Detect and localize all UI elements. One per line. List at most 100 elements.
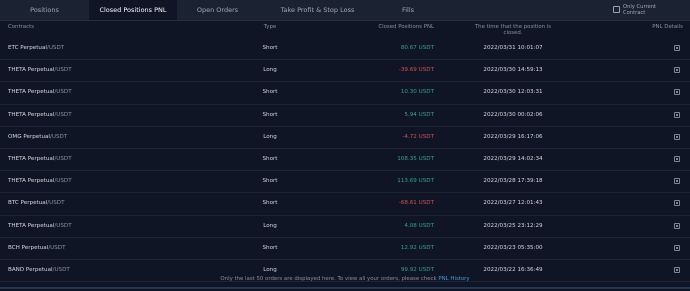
contract-cell: THETA Perpetual/USDT	[8, 82, 72, 103]
pnl-cell: -39.69 USDT	[398, 67, 434, 74]
contract-name: THETA Perpetual	[8, 222, 55, 229]
checkbox-icon[interactable]	[613, 6, 620, 13]
pnl-cell: 10.30 USDT	[400, 89, 434, 96]
contract-name: THETA Perpetual	[8, 155, 55, 162]
close-time-cell: 2022/03/30 00:02:06	[483, 111, 543, 118]
document-icon[interactable]	[674, 133, 680, 140]
contract-cell: BCH Perpetual/USDT	[8, 238, 66, 259]
header-contracts: Contracts	[8, 24, 34, 30]
contract-cell: THETA Perpetual/USDT	[8, 60, 72, 81]
pnl-cell: 113.69 USDT	[397, 178, 434, 185]
tab-bar: Positions Closed Positions PNL Open Orde…	[0, 0, 690, 21]
close-time-cell: 2022/03/28 17:39:18	[483, 178, 543, 185]
contract-name: BTC Perpetual	[8, 200, 48, 207]
pnl-cell: 80.67 USDT	[400, 45, 434, 51]
only-current-contract-toggle[interactable]: Only Current Contract	[613, 4, 688, 18]
footer-text: Only the last 50 orders are displayed he…	[220, 276, 437, 282]
closed-positions-table: ETC Perpetual/USDT Short 80.67 USDT 2022…	[0, 38, 690, 283]
table-row: THETA Perpetual/USDT Long 4.08 USDT 2022…	[0, 216, 690, 238]
contract-name: BAND Perpetual	[8, 266, 53, 273]
contract-cell: BTC Perpetual/USDT	[8, 193, 65, 214]
table-row: BTC Perpetual/USDT Short -68.61 USDT 202…	[0, 193, 690, 216]
table-row: BCH Perpetual/USDT Short 12.92 USDT 2022…	[0, 238, 690, 260]
tab-open-orders[interactable]: Open Orders	[177, 0, 258, 20]
close-time-cell: 2022/03/30 14:59:13	[483, 67, 543, 74]
contract-name: THETA Perpetual	[8, 89, 55, 96]
type-cell: Short	[262, 45, 278, 51]
document-icon[interactable]	[674, 155, 680, 162]
header-pnl: Closed Positions PNL	[378, 24, 434, 30]
pnl-cell: 108.35 USDT	[397, 155, 434, 162]
header-close-time: The time that the position is closed.	[474, 24, 552, 36]
type-cell: Short	[262, 244, 278, 251]
type-cell: Long	[263, 133, 277, 140]
contract-name: THETA Perpetual	[8, 67, 55, 74]
contract-cell: THETA Perpetual/USDT	[8, 216, 72, 237]
type-cell: Short	[262, 89, 278, 96]
contract-cell: THETA Perpetual/USDT	[8, 171, 72, 192]
contract-quote: /USDT	[54, 89, 72, 96]
table-row: THETA Perpetual/USDT Short 113.69 USDT 2…	[0, 171, 690, 194]
tab-closed-positions-pnl[interactable]: Closed Positions PNL	[89, 0, 177, 20]
pnl-cell: -68.61 USDT	[398, 200, 434, 207]
contract-quote: /USDT	[52, 266, 70, 273]
table-row: THETA Perpetual/USDT Long -39.69 USDT 20…	[0, 60, 690, 83]
contract-name: ETC Perpetual	[8, 45, 47, 51]
pnl-cell: 12.92 USDT	[400, 244, 434, 251]
pnl-cell: 5.94 USDT	[404, 111, 434, 118]
document-icon[interactable]	[674, 178, 680, 185]
contract-cell: OMG Perpetual/USDT	[8, 127, 67, 148]
contract-name: BCH Perpetual	[8, 244, 49, 251]
type-cell: Short	[262, 155, 278, 162]
only-current-contract-label: Only Current Contract	[623, 4, 657, 16]
close-time-cell: 2022/03/27 12:01:43	[483, 200, 543, 207]
close-time-cell: 2022/03/30 12:03:31	[483, 89, 543, 96]
document-icon[interactable]	[674, 111, 680, 118]
contract-cell: ETC Perpetual/USDT	[8, 38, 64, 59]
contract-quote: /USDT	[54, 67, 72, 74]
document-icon[interactable]	[674, 244, 680, 251]
document-icon[interactable]	[674, 67, 680, 74]
table-row: ETC Perpetual/USDT Short 80.67 USDT 2022…	[0, 38, 690, 61]
contract-cell: THETA Perpetual/USDT	[8, 105, 72, 126]
tab-positions[interactable]: Positions	[0, 0, 89, 20]
contract-quote: /USDT	[48, 244, 66, 251]
type-cell: Long	[263, 222, 277, 229]
contract-quote: /USDT	[49, 133, 68, 140]
pnl-history-link[interactable]: PNL History	[438, 276, 469, 282]
table-row: OMG Perpetual/USDT Long -4.72 USDT 2022/…	[0, 127, 690, 149]
contract-quote: /USDT	[46, 45, 65, 51]
contract-quote: /USDT	[54, 222, 72, 229]
header-type: Type	[263, 24, 277, 30]
document-icon[interactable]	[674, 266, 680, 273]
type-cell: Short	[262, 200, 278, 207]
contract-name: THETA Perpetual	[8, 178, 55, 185]
contract-name: OMG Perpetual	[8, 133, 50, 140]
close-time-cell: 2022/03/29 16:17:06	[483, 133, 543, 140]
contract-cell: THETA Perpetual/USDT	[8, 149, 72, 170]
pnl-cell: -4.72 USDT	[402, 133, 434, 140]
document-icon[interactable]	[674, 89, 680, 96]
tab-take-profit-stop-loss[interactable]: Take Profit & Stop Loss	[258, 0, 377, 20]
close-time-cell: 2022/03/29 14:02:34	[483, 155, 543, 162]
pnl-cell: 4.08 USDT	[404, 222, 434, 229]
table-row: THETA Perpetual/USDT Short 10.30 USDT 20…	[0, 82, 690, 105]
close-time-cell: 2022/03/25 23:12:29	[483, 222, 543, 229]
contract-quote: /USDT	[47, 200, 65, 207]
table-header: Contracts Type Closed Positions PNL The …	[0, 24, 690, 38]
contract-quote: /USDT	[54, 155, 72, 162]
contract-name: THETA Perpetual	[8, 111, 55, 118]
document-icon[interactable]	[674, 200, 680, 207]
type-cell: Short	[262, 178, 278, 185]
table-row: THETA Perpetual/USDT Short 5.94 USDT 202…	[0, 105, 690, 127]
contract-quote: /USDT	[54, 111, 72, 118]
table-row: THETA Perpetual/USDT Short 108.35 USDT 2…	[0, 149, 690, 172]
type-cell: Long	[263, 67, 277, 74]
tab-fills[interactable]: Fills	[377, 0, 439, 20]
type-cell: Short	[262, 111, 278, 118]
document-icon[interactable]	[674, 45, 680, 51]
close-time-cell: 2022/03/31 10:01:07	[483, 45, 543, 51]
document-icon[interactable]	[674, 222, 680, 229]
header-pnl-details: PNL Details	[652, 24, 683, 30]
contract-quote: /USDT	[54, 178, 72, 185]
